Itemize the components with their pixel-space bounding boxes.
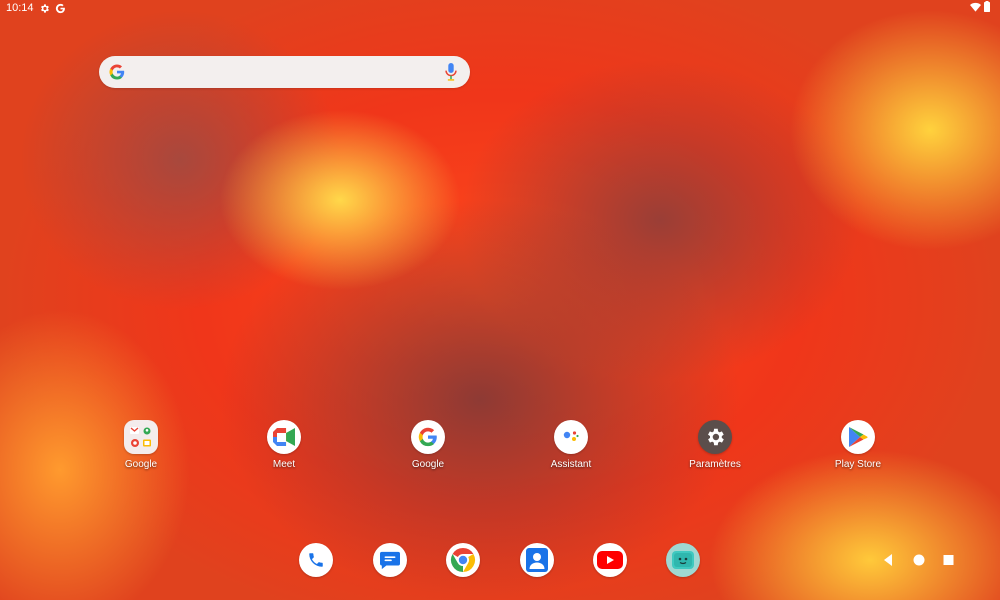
google-folder-icon xyxy=(124,420,158,454)
assistant-icon xyxy=(554,420,588,454)
app-label: Play Store xyxy=(834,459,882,470)
mic-icon[interactable] xyxy=(444,63,458,81)
app-label: Meet xyxy=(272,459,296,470)
youtube-icon[interactable] xyxy=(593,543,627,577)
app-google-folder[interactable]: Google xyxy=(86,420,196,470)
recents-icon[interactable] xyxy=(942,553,955,567)
home-icon[interactable] xyxy=(912,553,926,567)
wifi-icon xyxy=(970,2,981,12)
app-meet[interactable]: Meet xyxy=(229,420,339,470)
gear-icon xyxy=(40,3,49,13)
app-settings[interactable]: Paramètres xyxy=(660,420,770,470)
battery-icon xyxy=(984,1,990,12)
chrome-icon[interactable] xyxy=(446,543,480,577)
phone-icon[interactable] xyxy=(299,543,333,577)
app-label: Google xyxy=(124,459,158,470)
meet-icon xyxy=(267,420,301,454)
app-icon[interactable] xyxy=(666,543,700,577)
contacts-icon[interactable] xyxy=(520,543,554,577)
messages-icon[interactable] xyxy=(373,543,407,577)
status-bar: 10:14 xyxy=(0,0,1000,16)
app-label: Paramètres xyxy=(689,459,741,470)
back-icon[interactable] xyxy=(882,553,894,567)
app-label: Assistant xyxy=(550,459,592,470)
app-label: Google xyxy=(411,459,445,470)
clock: 10:14 xyxy=(6,2,34,14)
google-g-icon xyxy=(109,64,125,80)
play-store-icon xyxy=(841,420,875,454)
app-play-store[interactable]: Play Store xyxy=(803,420,913,470)
search-bar[interactable] xyxy=(99,56,470,88)
app-google[interactable]: Google xyxy=(373,420,483,470)
settings-icon xyxy=(698,420,732,454)
google-g-icon xyxy=(411,420,445,454)
app-assistant[interactable]: Assistant xyxy=(516,420,626,470)
google-g-icon xyxy=(55,3,65,13)
